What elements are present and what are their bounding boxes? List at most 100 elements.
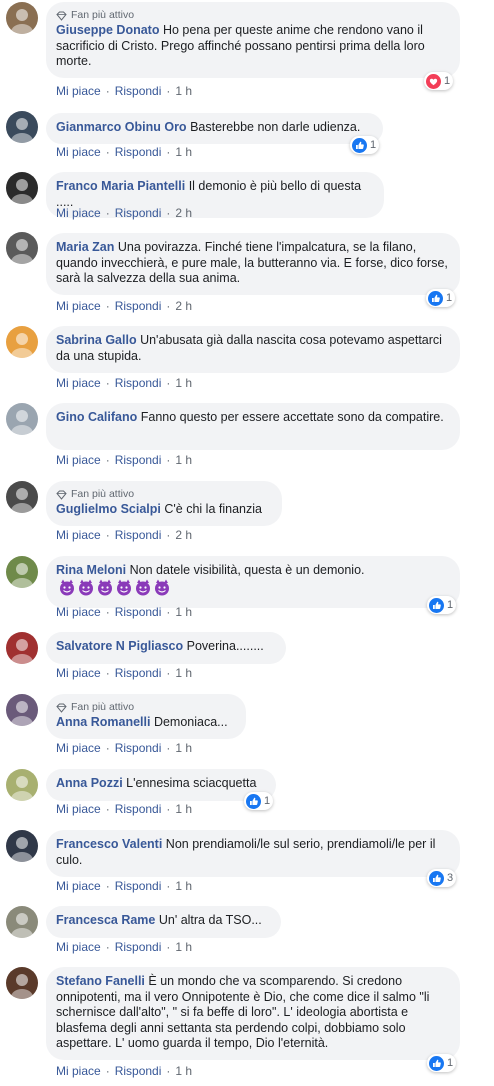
comment-timestamp[interactable]: 2 h: [175, 528, 192, 542]
like-icon: [428, 290, 443, 306]
comment-timestamp[interactable]: 1 h: [175, 605, 192, 619]
reply-link[interactable]: Rispondi: [115, 666, 162, 680]
comment-actions: Mi piace · Rispondi · 1 h: [56, 145, 192, 159]
comment-body: Giuseppe Donato Ho pena per queste anime…: [56, 23, 448, 70]
avatar[interactable]: [6, 967, 38, 999]
like-link[interactable]: Mi piace: [56, 666, 101, 680]
comment-timestamp[interactable]: 1 h: [175, 940, 192, 954]
separator-dot: ·: [105, 299, 110, 313]
reaction-count[interactable]: 1: [350, 136, 380, 154]
comment-author[interactable]: Salvatore N Pigliasco: [56, 639, 183, 653]
comment-author[interactable]: Anna Romanelli: [56, 715, 150, 729]
comment-timestamp[interactable]: 1 h: [175, 84, 192, 98]
reaction-count[interactable]: 1: [424, 72, 454, 90]
like-icon: [429, 870, 444, 886]
comment-text: Fanno questo per essere accettate sono d…: [140, 410, 444, 424]
like-link[interactable]: Mi piace: [56, 145, 101, 159]
reply-link[interactable]: Rispondi: [115, 605, 162, 619]
like-link[interactable]: Mi piace: [56, 376, 101, 390]
avatar[interactable]: [6, 481, 38, 513]
reply-link[interactable]: Rispondi: [115, 1064, 162, 1078]
avatar[interactable]: [6, 403, 38, 435]
like-link[interactable]: Mi piace: [56, 453, 101, 467]
like-link[interactable]: Mi piace: [56, 528, 101, 542]
comment-bubble: Stefano Fanelli È un mondo che va scompa…: [46, 967, 460, 1060]
comment-text: Basterebbe non darle udienza.: [190, 120, 361, 134]
comment-author[interactable]: Rina Meloni: [56, 563, 126, 577]
like-link[interactable]: Mi piace: [56, 879, 101, 893]
avatar[interactable]: [6, 2, 38, 34]
avatar[interactable]: [6, 694, 38, 726]
comment-author[interactable]: Gino Califano: [56, 410, 137, 424]
comment-timestamp[interactable]: 1 h: [175, 879, 192, 893]
avatar[interactable]: [6, 632, 38, 664]
reaction-count[interactable]: 1: [244, 792, 274, 810]
avatar[interactable]: [6, 326, 38, 358]
like-link[interactable]: Mi piace: [56, 84, 101, 98]
separator-dot: ·: [166, 741, 171, 755]
like-link[interactable]: Mi piace: [56, 1064, 101, 1078]
avatar[interactable]: [6, 556, 38, 588]
comment-timestamp[interactable]: 2 h: [175, 299, 192, 313]
comment-author[interactable]: Maria Zan: [56, 240, 114, 254]
comment-actions: Mi piace · Rispondi · 1 h: [56, 453, 192, 467]
separator-dot: ·: [166, 1064, 171, 1078]
avatar[interactable]: [6, 906, 38, 938]
reaction-count[interactable]: 3: [427, 869, 457, 887]
comment-timestamp[interactable]: 1 h: [175, 1064, 192, 1078]
reply-link[interactable]: Rispondi: [115, 940, 162, 954]
reply-link[interactable]: Rispondi: [115, 879, 162, 893]
avatar[interactable]: [6, 172, 38, 204]
reply-link[interactable]: Rispondi: [115, 299, 162, 313]
avatar[interactable]: [6, 111, 38, 143]
comment-text: Un' altra da TSO...: [158, 913, 262, 927]
comment-timestamp[interactable]: 1 h: [175, 376, 192, 390]
like-link[interactable]: Mi piace: [56, 605, 101, 619]
comment-author[interactable]: Stefano Fanelli: [56, 974, 145, 988]
comment-timestamp[interactable]: 1 h: [175, 802, 192, 816]
reply-link[interactable]: Rispondi: [115, 145, 162, 159]
reply-link[interactable]: Rispondi: [115, 84, 162, 98]
separator-dot: ·: [105, 528, 110, 542]
like-link[interactable]: Mi piace: [56, 940, 101, 954]
comment-author[interactable]: Guglielmo Scialpi: [56, 502, 161, 516]
like-link[interactable]: Mi piace: [56, 741, 101, 755]
reaction-count[interactable]: 1: [427, 1054, 457, 1072]
comment-timestamp[interactable]: 1 h: [175, 145, 192, 159]
reply-link[interactable]: Rispondi: [115, 376, 162, 390]
reaction-count[interactable]: 1: [427, 596, 457, 614]
comment-actions: Mi piace · Rispondi · 2 h: [56, 206, 192, 220]
comment-text: Non datele visibilità, questa è un demon…: [129, 563, 365, 577]
like-link[interactable]: Mi piace: [56, 206, 101, 220]
reply-link[interactable]: Rispondi: [115, 528, 162, 542]
comment-author[interactable]: Giuseppe Donato: [56, 23, 159, 37]
comment-bubble: Salvatore N Pigliasco Poverina........: [46, 632, 286, 664]
comment-bubble: Sabrina Gallo Un'abusata già dalla nasci…: [46, 326, 460, 373]
reply-link[interactable]: Rispondi: [115, 741, 162, 755]
comment-author[interactable]: Anna Pozzi: [56, 776, 123, 790]
reply-link[interactable]: Rispondi: [115, 206, 162, 220]
fan-badge: Fan più attivo: [56, 488, 270, 501]
comment-bubble: Fan più attivo Guglielmo Scialpi C'è chi …: [46, 481, 282, 526]
comment-timestamp[interactable]: 1 h: [175, 741, 192, 755]
like-link[interactable]: Mi piace: [56, 299, 101, 313]
reply-link[interactable]: Rispondi: [115, 802, 162, 816]
separator-dot: ·: [105, 940, 110, 954]
fan-badge: Fan più attivo: [56, 701, 234, 714]
like-link[interactable]: Mi piace: [56, 802, 101, 816]
comment-author[interactable]: Francesca Rame: [56, 913, 155, 927]
reaction-count-value: 3: [447, 872, 454, 884]
comment-author[interactable]: Francesco Valenti: [56, 837, 162, 851]
comment-author[interactable]: Sabrina Gallo: [56, 333, 137, 347]
comment-author[interactable]: Gianmarco Obinu Oro: [56, 120, 187, 134]
avatar[interactable]: [6, 830, 38, 862]
comment-timestamp[interactable]: 1 h: [175, 666, 192, 680]
comment-actions: Mi piace · Rispondi · 2 h: [56, 299, 192, 313]
reply-link[interactable]: Rispondi: [115, 453, 162, 467]
avatar[interactable]: [6, 232, 38, 264]
comment-author[interactable]: Franco Maria Piantelli: [56, 179, 185, 193]
avatar[interactable]: [6, 769, 38, 801]
comment-timestamp[interactable]: 2 h: [175, 206, 192, 220]
reaction-count[interactable]: 1: [426, 289, 456, 307]
comment-timestamp[interactable]: 1 h: [175, 453, 192, 467]
